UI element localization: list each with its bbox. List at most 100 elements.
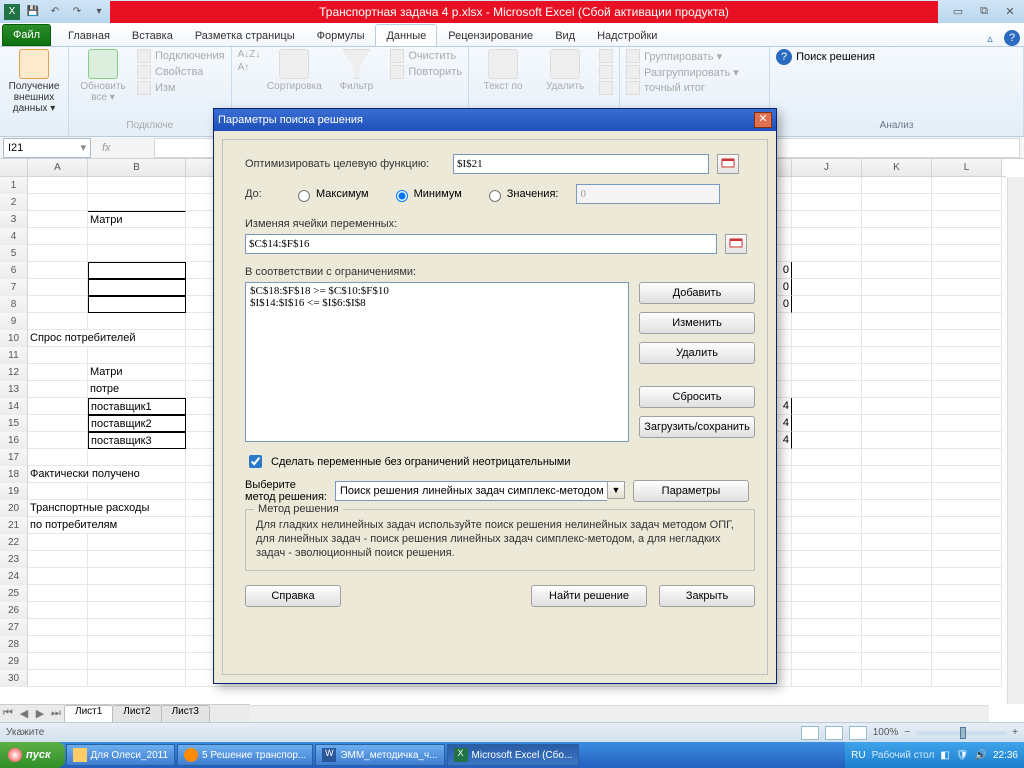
sheet-nav-prev[interactable]: ◀: [16, 707, 32, 720]
remove-duplicates-button[interactable]: Удалить: [537, 49, 593, 92]
dialog-close-button[interactable]: ✕: [754, 112, 772, 128]
nonnegative-checkbox[interactable]: Сделать переменные без ограничений неотр…: [245, 452, 755, 471]
cell-A10[interactable]: Спрос потребителей: [28, 330, 186, 347]
method-select[interactable]: ▼: [335, 481, 625, 501]
tab-review[interactable]: Рецензирование: [437, 24, 544, 46]
sheet-tab-1[interactable]: Лист1: [64, 705, 113, 722]
taskbar-item-2[interactable]: WЭММ_методичка_ч...: [315, 744, 444, 766]
col-J[interactable]: J: [792, 159, 862, 176]
tab-formulas[interactable]: Формулы: [306, 24, 376, 46]
tab-home[interactable]: Главная: [57, 24, 121, 46]
start-button[interactable]: пуск: [0, 742, 65, 768]
delete-constraint-button[interactable]: Удалить: [639, 342, 755, 364]
clock[interactable]: 22:36: [993, 750, 1018, 761]
help-button[interactable]: Справка: [245, 585, 341, 607]
constraints-list[interactable]: $C$18:$F$18 >= $C$10:$F$10 $I$14:$I$16 <…: [245, 282, 629, 442]
sheet-tab-3[interactable]: Лист3: [161, 705, 210, 722]
connections-button[interactable]: Подключения: [137, 49, 225, 63]
taskbar-item-0[interactable]: Для Олеси_2011: [66, 744, 176, 766]
objective-input[interactable]: [453, 154, 709, 174]
solver-button[interactable]: ?Поиск решения: [776, 49, 875, 65]
method-groupbox-title: Метод решения: [254, 503, 343, 515]
qat-save-icon[interactable]: 💾: [22, 3, 44, 21]
load-save-button[interactable]: Загрузить/сохранить: [639, 416, 755, 438]
radio-value[interactable]: Значения:: [484, 187, 559, 202]
sort-icon: [279, 49, 309, 79]
help-icon[interactable]: ?: [1004, 30, 1020, 46]
zoom-out-button[interactable]: −: [904, 727, 910, 738]
scrollbar-horizontal[interactable]: [250, 705, 989, 722]
zoom-in-button[interactable]: +: [1012, 727, 1018, 738]
reapply-filter-button[interactable]: Повторить: [390, 65, 462, 79]
col-K[interactable]: K: [862, 159, 932, 176]
language-indicator[interactable]: RU: [851, 750, 865, 761]
cell-A21[interactable]: по потребителям: [28, 517, 186, 534]
tab-page-layout[interactable]: Разметка страницы: [184, 24, 306, 46]
radio-max[interactable]: Максимум: [293, 187, 369, 202]
chevron-down-icon[interactable]: ▼: [607, 481, 625, 499]
view-normal-button[interactable]: [801, 726, 819, 740]
refresh-all-button[interactable]: Обновить все ▾: [75, 49, 131, 103]
sheet-nav-first[interactable]: ⏮: [0, 707, 16, 720]
titlebar: X 💾 ↶ ↷ ▾ Транспортная задача 4 р.xlsx -…: [0, 0, 1024, 23]
tray-icon[interactable]: 🛡: [956, 750, 969, 761]
restore-button[interactable]: ⧉: [974, 4, 994, 20]
scrollbar-vertical[interactable]: [1007, 177, 1024, 704]
properties-button[interactable]: Свойства: [137, 65, 225, 79]
add-constraint-button[interactable]: Добавить: [639, 282, 755, 304]
cell-A18[interactable]: Фактически получено: [28, 466, 186, 483]
view-layout-button[interactable]: [825, 726, 843, 740]
filter-button[interactable]: Фильтр: [328, 49, 384, 92]
change-constraint-button[interactable]: Изменить: [639, 312, 755, 334]
tab-view[interactable]: Вид: [544, 24, 586, 46]
subtotal-button[interactable]: точный итог: [626, 81, 739, 95]
name-box[interactable]: I21▾: [3, 138, 91, 158]
dialog-titlebar[interactable]: Параметры поиска решения ✕: [214, 109, 776, 131]
sheet-nav-last[interactable]: ⏭: [48, 707, 64, 720]
col-B[interactable]: B: [88, 159, 186, 176]
text-to-columns-button[interactable]: Текст по: [475, 49, 531, 92]
zoom-slider[interactable]: [916, 731, 1006, 735]
view-pagebreak-button[interactable]: [849, 726, 867, 740]
group-button[interactable]: Группировать ▾: [626, 49, 739, 63]
radio-min[interactable]: Минимум: [391, 187, 462, 202]
window-title: Транспортная задача 4 р.xlsx - Microsoft…: [110, 1, 938, 23]
ungroup-button[interactable]: Разгруппировать ▾: [626, 65, 739, 79]
excel-icon: X: [454, 748, 468, 762]
get-external-data-button[interactable]: Получение внешних данных ▾: [6, 49, 62, 114]
changing-input[interactable]: [245, 234, 717, 254]
taskbar-item-3[interactable]: XMicrosoft Excel (Сбо...: [447, 744, 580, 766]
tray-icon[interactable]: ◧: [940, 750, 949, 761]
qat-redo-icon[interactable]: ↷: [66, 3, 88, 21]
tab-insert[interactable]: Вставка: [121, 24, 184, 46]
close-dialog-button[interactable]: Закрыть: [659, 585, 755, 607]
tab-file[interactable]: Файл: [2, 24, 51, 46]
tab-addins[interactable]: Надстройки: [586, 24, 668, 46]
options-button[interactable]: Параметры: [633, 480, 749, 502]
solve-button[interactable]: Найти решение: [531, 585, 647, 607]
changing-ref-button[interactable]: [725, 234, 747, 254]
qat-undo-icon[interactable]: ↶: [44, 3, 66, 21]
cell-A20[interactable]: Транспортные расходы: [28, 500, 186, 517]
col-L[interactable]: L: [932, 159, 1002, 176]
sheet-tab-2[interactable]: Лист2: [112, 705, 161, 722]
select-all-corner[interactable]: [0, 159, 28, 176]
qat-customize-icon[interactable]: ▾: [88, 3, 110, 21]
value-of-input: [576, 184, 720, 204]
clear-filter-button[interactable]: Очистить: [390, 49, 462, 63]
tab-data[interactable]: Данные: [375, 24, 437, 46]
tray-volume-icon[interactable]: 🔊: [975, 750, 987, 761]
taskbar-item-1[interactable]: 5 Решение транспор...: [177, 744, 313, 766]
ribbon-minimize-icon[interactable]: ▵: [980, 30, 1000, 46]
changing-label: Изменяя ячейки переменных:: [245, 218, 755, 230]
close-button[interactable]: ✕: [1000, 4, 1020, 20]
col-A[interactable]: A: [28, 159, 88, 176]
minimize-button[interactable]: ▭: [948, 4, 968, 20]
sheet-nav-next[interactable]: ▶: [32, 707, 48, 720]
sort-button[interactable]: Сортировка: [266, 49, 322, 92]
subtotal-icon: [626, 81, 640, 95]
system-tray[interactable]: RU Рабочий стол ◧ 🛡 🔊 22:36: [845, 742, 1024, 768]
objective-ref-button[interactable]: [717, 154, 739, 174]
edit-links-button[interactable]: Изм: [137, 81, 225, 95]
reset-all-button[interactable]: Сбросить: [639, 386, 755, 408]
